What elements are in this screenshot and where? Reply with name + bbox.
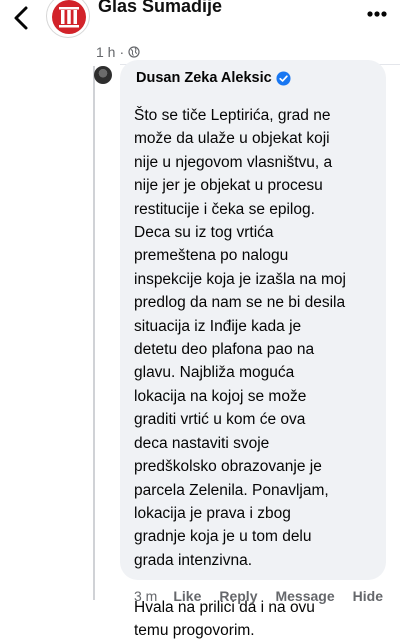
comment-author-row: Dusan Zeka Aleksic [136, 70, 291, 86]
comment-line: inspekcije koja je izašla na moj [134, 270, 346, 288]
comment-line: Što se tiče Leptirića, grad ne [134, 107, 331, 124]
comment-line: gradnje koja je u tom delu [134, 528, 312, 546]
more-options-icon [367, 11, 387, 17]
comment-line: grada intenzivna. [134, 551, 253, 569]
comment-line: deca nastaviti svoje [134, 434, 270, 452]
comment-text: Što se tiče Leptirića, grad ne može da u… [134, 104, 380, 642]
comment-line: situacija iz Inđije kada je [134, 317, 302, 335]
comment-line: detetu deo plafona pao na [134, 341, 315, 359]
comment-line: može da ulaže u objekat koji [134, 130, 330, 148]
comment-line: temu progovorim. [134, 621, 255, 639]
page-logo[interactable] [46, 0, 90, 38]
comment-line: premeštena po nalogu [134, 247, 289, 265]
post-meta: 1 h · [96, 44, 140, 60]
hide-button[interactable]: Hide [353, 588, 383, 604]
comment-line: lokacija je prava i zbog [134, 504, 291, 522]
comment-line: glavu. Najbliža moguća [134, 364, 295, 382]
comment-line: predlog da nam se ne bi desila [134, 294, 346, 312]
message-button[interactable]: Message [275, 588, 334, 604]
comment-actions: 3 m Like Reply Message Hide [134, 588, 383, 604]
comment-author[interactable]: Dusan Zeka Aleksic [136, 70, 272, 86]
like-button[interactable]: Like [173, 588, 201, 604]
glas-sumadije-logo [52, 0, 86, 34]
post-time[interactable]: 1 h [96, 44, 115, 60]
comment-line: predškolsko obrazovanje je [134, 458, 322, 476]
comment-line: parcela Zelenila. Ponavljam, [134, 481, 329, 499]
comment-line: nije u njegovom vlasništvu, a [134, 153, 333, 171]
reply-button[interactable]: Reply [219, 588, 257, 604]
comment-time[interactable]: 3 m [134, 588, 157, 604]
comment-line: lokacija na kojoj se može [134, 387, 307, 405]
more-options-button[interactable] [362, 4, 392, 24]
verified-badge-icon [276, 70, 291, 86]
thread-line [93, 66, 95, 600]
post-header: Glas Šumadije 1 h · [0, 0, 400, 66]
comment-line: graditi vrtić u kom će ova [134, 411, 306, 429]
globe-icon [128, 46, 140, 58]
comment-line: nije jer je objekat u procesu [134, 177, 323, 195]
comment-line: Deca su iz tog vrtića [134, 224, 274, 242]
chevron-left-icon [14, 6, 28, 30]
comment-bubble: Dusan Zeka Aleksic Što se tiče Leptirića… [120, 60, 386, 639]
commenter-avatar[interactable] [94, 66, 112, 84]
back-button[interactable] [10, 4, 34, 32]
meta-separator: · [119, 44, 125, 60]
comment-line: restitucije i čeka se epilog. [134, 200, 315, 218]
page-name[interactable]: Glas Šumadije [98, 0, 222, 17]
